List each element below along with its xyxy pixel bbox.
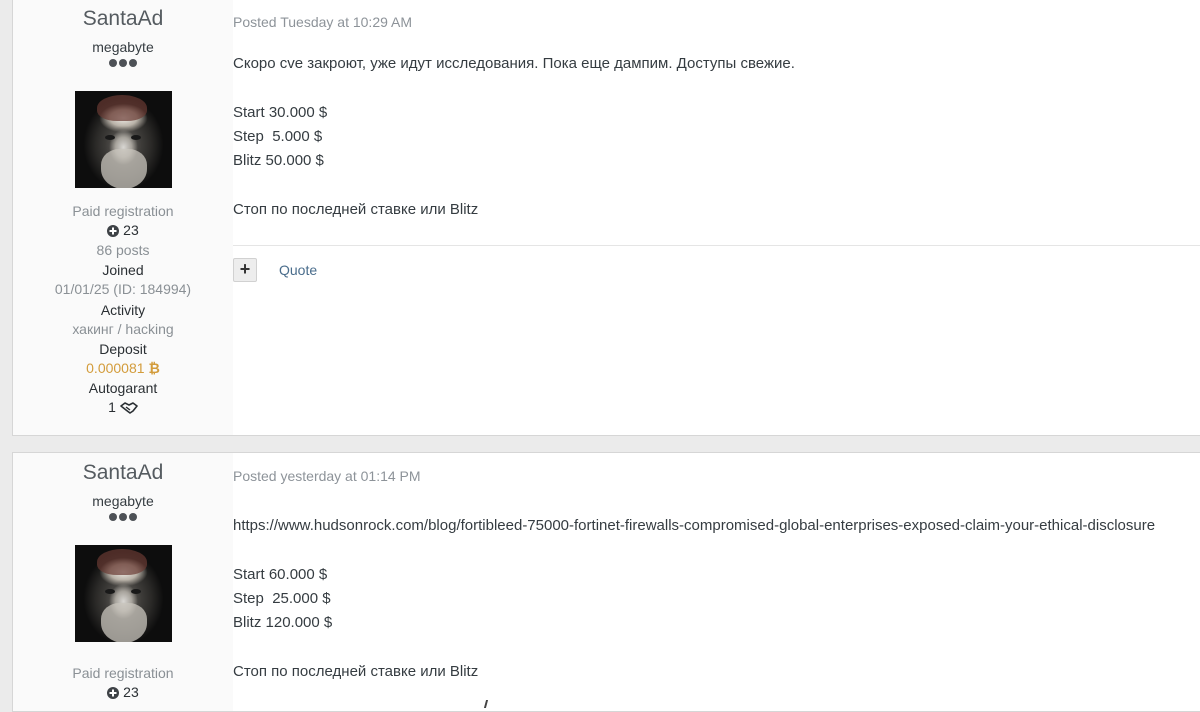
registration-status: Paid registration — [72, 665, 174, 681]
post-2: SantaAd megabyte Paid registration 23 Po… — [12, 452, 1200, 712]
post-content: Posted Tuesday at 10:29 AM Скоро cve зак… — [233, 0, 1200, 435]
reputation: 23 — [13, 222, 233, 238]
handshake-icon — [120, 402, 138, 414]
author-avatar[interactable] — [75, 545, 172, 642]
author-panel: SantaAd megabyte Paid registration 23 — [13, 453, 233, 711]
author-title: megabyte — [92, 493, 154, 509]
post-1: SantaAd megabyte Paid registration 23 86… — [12, 0, 1200, 436]
post-link[interactable]: https://www.hudsonrock.com/blog/fortible… — [233, 517, 1155, 534]
rank-pips — [13, 59, 233, 71]
autogarant-label: Autogarant — [88, 380, 158, 396]
joined-value: 01/01/25 (ID: 184994) — [54, 281, 192, 297]
blitz-price: Blitz 50.000 $ — [233, 152, 324, 169]
react-plus-button[interactable]: + — [233, 258, 257, 282]
post-count: 86 posts — [96, 242, 150, 258]
plus-icon: + — [239, 259, 251, 279]
post-content: Posted yesterday at 01:14 PM https://www… — [233, 453, 1200, 711]
reputation-value: 23 — [123, 684, 139, 700]
post-divider — [233, 245, 1200, 246]
rank-pips — [13, 513, 233, 525]
quote-button[interactable]: Quote — [279, 262, 317, 278]
post-timestamp[interactable]: Posted Tuesday at 10:29 AM — [233, 14, 412, 30]
deposit-value: 0.000081 ₿ — [13, 360, 233, 376]
activity-value: хакинг / hacking — [72, 321, 174, 337]
author-avatar[interactable] — [75, 91, 172, 188]
bitcoin-icon: ₿ — [148, 360, 160, 376]
author-name[interactable]: SantaAd — [13, 7, 233, 31]
reputation: 23 — [13, 684, 233, 700]
blitz-price: Blitz 120.000 $ — [233, 614, 333, 631]
post-text-line: Скоро cve закроют, уже идут исследования… — [233, 55, 795, 72]
joined-label: Joined — [102, 262, 144, 278]
step-price: Step 5.000 $ — [233, 128, 323, 145]
post-timestamp[interactable]: Posted yesterday at 01:14 PM — [233, 468, 421, 484]
start-price: Start 60.000 $ — [233, 566, 328, 583]
plus-circle-icon — [107, 225, 120, 237]
post-text-line: Стоп по последней ставке или Blitz — [233, 663, 479, 680]
reputation-value: 23 — [123, 222, 139, 238]
author-title: megabyte — [92, 39, 154, 55]
start-price: Start 30.000 $ — [233, 104, 328, 121]
autogarant-count: 1 — [108, 399, 116, 415]
step-price: Step 25.000 $ — [233, 590, 331, 607]
deposit-label: Deposit — [99, 341, 147, 357]
plus-circle-icon — [107, 687, 120, 699]
activity-label: Activity — [100, 302, 146, 318]
post-text-line: Стоп по последней ставке или Blitz — [233, 201, 479, 218]
author-panel: SantaAd megabyte Paid registration 23 86… — [13, 0, 233, 435]
registration-status: Paid registration — [72, 203, 174, 219]
author-name[interactable]: SantaAd — [13, 461, 233, 485]
autogarant-value: 1 — [13, 399, 233, 415]
deposit-amount: 0.000081 — [86, 360, 145, 376]
